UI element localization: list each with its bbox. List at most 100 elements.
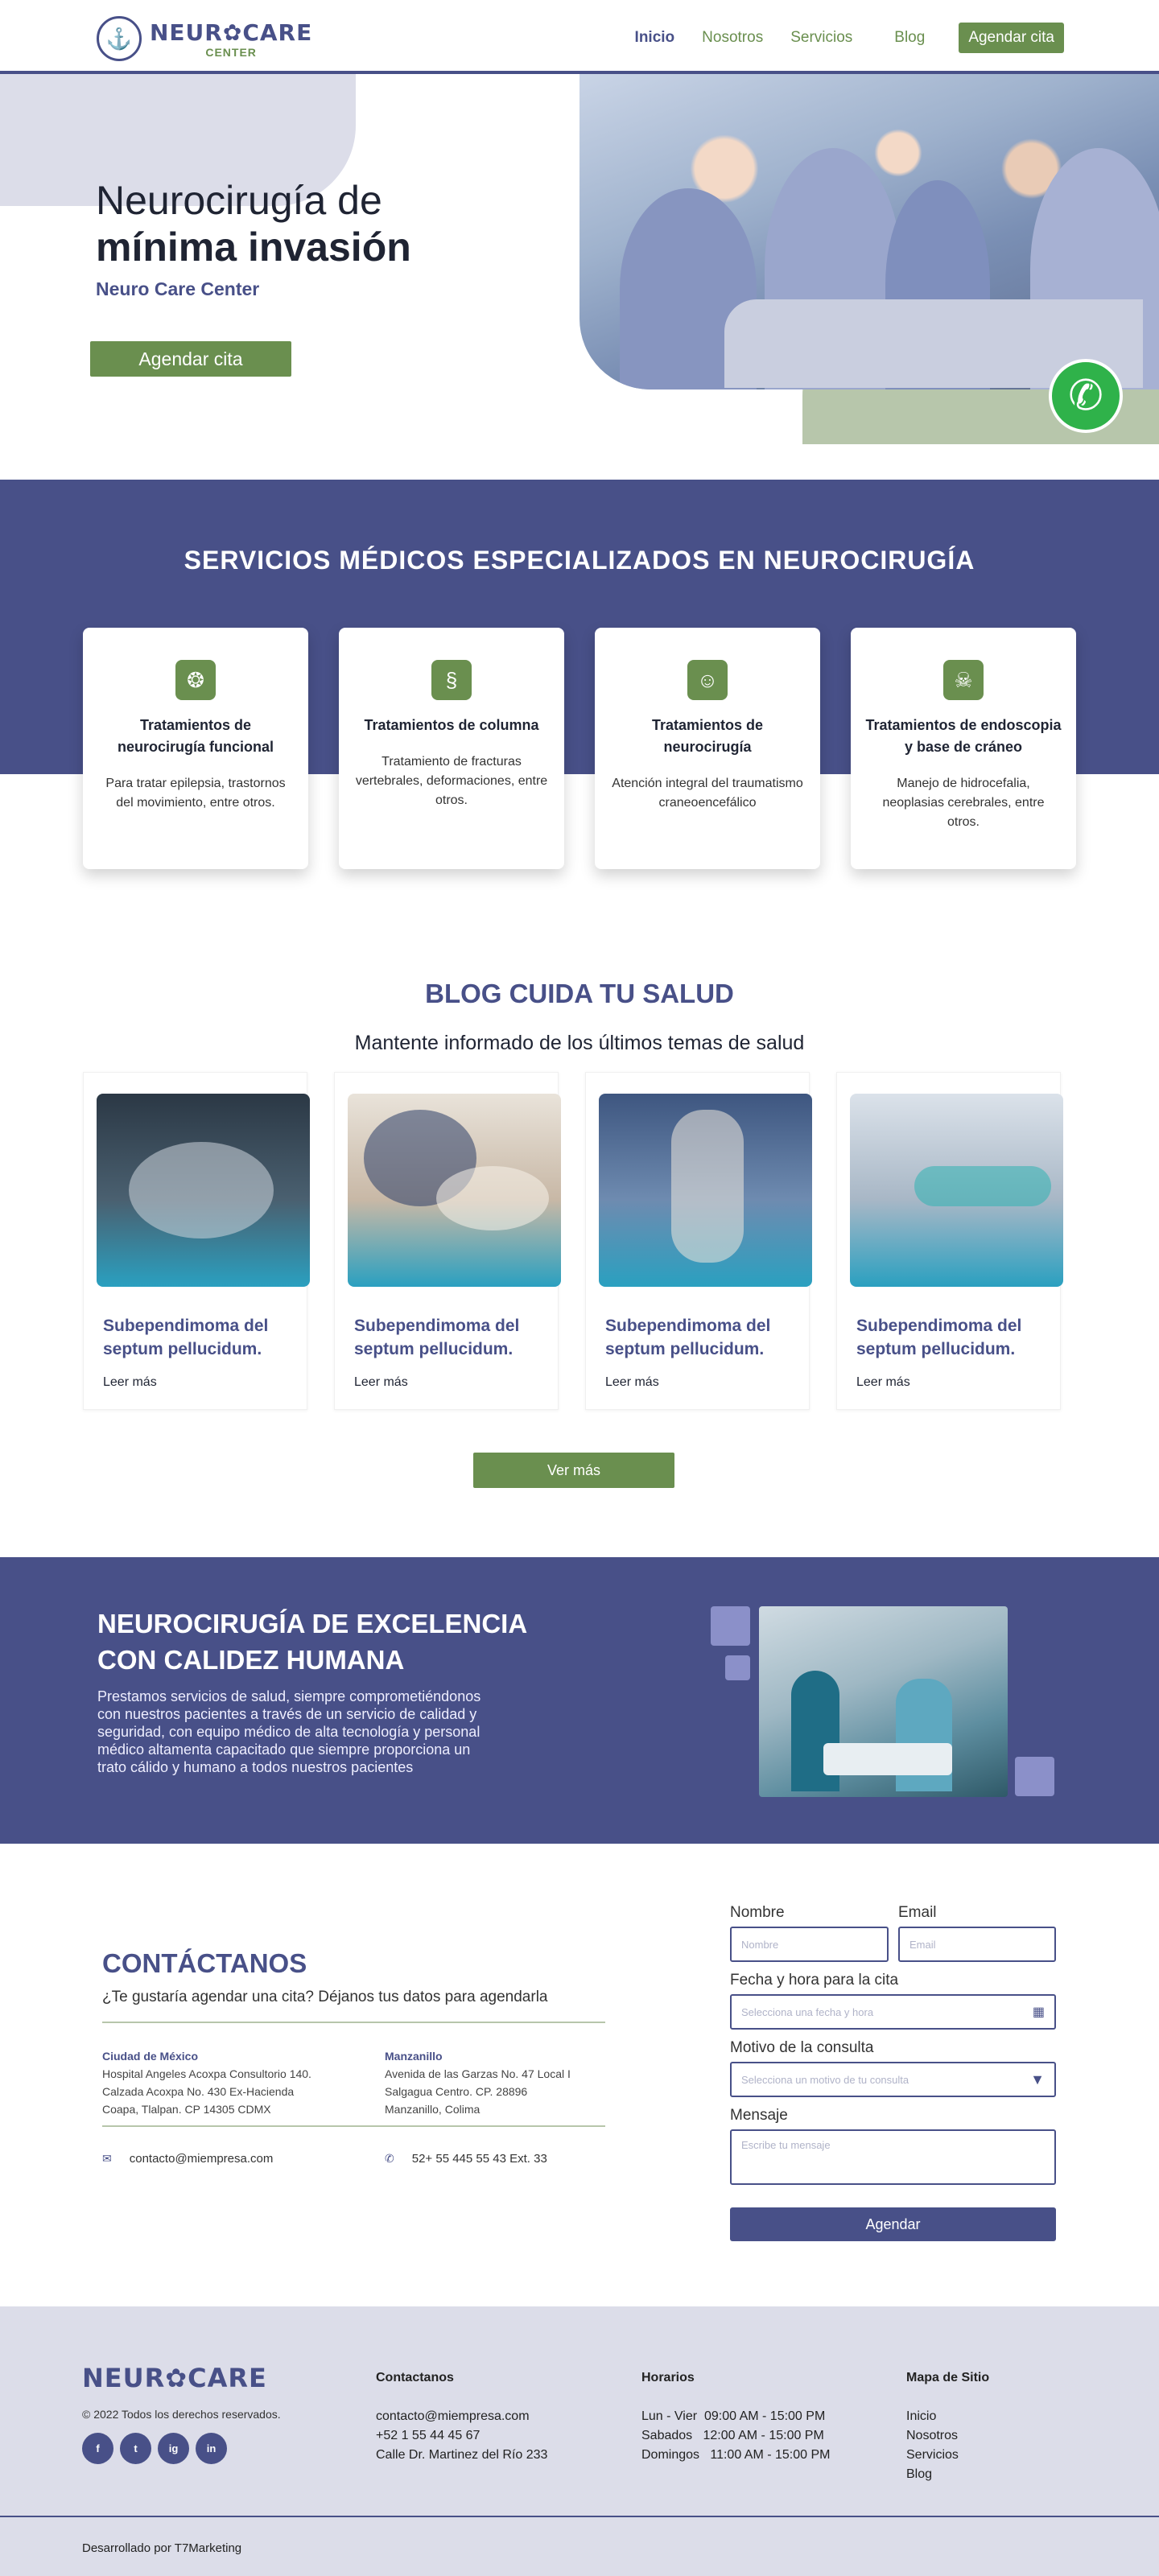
agendar-submit-button[interactable]: Agendar [730, 2207, 1056, 2241]
read-more-link[interactable]: Leer más [850, 1375, 1047, 1390]
date-input[interactable]: Selecciona una fecha y hora ▦ [730, 1994, 1056, 2030]
read-more-link[interactable]: Leer más [97, 1375, 294, 1390]
hero-agendar-button[interactable]: Agendar cita [90, 341, 291, 377]
service-card-title: Tratamientos de endoscopia y base de crá… [865, 717, 1062, 755]
blog-post-card[interactable]: Subependimoma del septum pellucidum. Lee… [83, 1072, 310, 1410]
nav-blog[interactable]: Blog [894, 29, 925, 47]
site-header: ⚓ NEUR✿CARE CENTER Inicio Nosotros Servi… [0, 0, 1159, 74]
contact-phone[interactable]: ✆ 52+ 55 445 55 43 Ext. 33 [385, 2152, 547, 2166]
nav-servicios[interactable]: Servicios [790, 29, 852, 47]
service-card-title: Tratamientos de columna [364, 717, 539, 733]
footer-hours-title: Horarios [641, 2371, 695, 2384]
footer-hours-row: Sabados 12:00 AM - 15:00 PM [641, 2429, 824, 2442]
hero-line-2: mínima invasión [96, 225, 411, 270]
footer-hours: Horarios Lun - Vier 09:00 AM - 15:00 PM … [641, 2368, 830, 2465]
footer-contact-title: Contactanos [376, 2371, 454, 2384]
location-line: Salgagua Centro. CP. 28896 [385, 2085, 528, 2098]
date-placeholder: Selecciona una fecha y hora [741, 2005, 874, 2018]
hero-brand: Neuro Care Center [96, 278, 260, 299]
service-card[interactable]: § Tratamientos de columna Tratamiento de… [339, 628, 564, 869]
excellence-text: Prestamos servicios de salud, siempre co… [97, 1688, 481, 1775]
service-card[interactable]: ❂ Tratamientos de neurocirugía funcional… [83, 628, 308, 869]
facebook-icon[interactable]: f [82, 2433, 113, 2464]
skull-icon: ☠ [943, 660, 984, 700]
blog-section: BLOG CUIDA TU SALUD Mantente informado d… [0, 979, 1159, 1557]
linkedin-icon[interactable]: in [196, 2433, 227, 2464]
decor-square [1015, 1757, 1054, 1796]
name-label: Nombre [730, 1904, 785, 1921]
footer-phone[interactable]: +52 1 55 44 45 67 [376, 2426, 547, 2446]
main-nav: Inicio Nosotros Servicios Blog Agendar c… [635, 23, 1064, 53]
twitter-icon[interactable]: t [120, 2433, 151, 2464]
surgery-room-photo [759, 1606, 1008, 1797]
blog-post-title[interactable]: Subependimoma del septum pellucidum. [97, 1314, 294, 1361]
logo[interactable]: ⚓ NEUR✿CARE CENTER [97, 16, 312, 61]
services-section: SERVICIOS MÉDICOS ESPECIALIZADOS EN NEUR… [0, 480, 1159, 979]
location-cdmx: Ciudad de México Hospital Angeles Acoxpa… [102, 2047, 336, 2118]
service-card[interactable]: ☠ Tratamientos de endoscopia y base de c… [851, 628, 1076, 869]
contact-email[interactable]: ✉ contacto@miempresa.com [102, 2152, 273, 2166]
blog-post-card[interactable]: Subependimoma del septum pellucidum. Lee… [334, 1072, 561, 1410]
email-label: Email [898, 1904, 937, 1921]
decor-square [711, 1606, 750, 1646]
message-textarea[interactable]: Escribe tu mensaje [730, 2129, 1056, 2185]
footer-link-blog[interactable]: Blog [906, 2465, 989, 2484]
blog-post-card[interactable]: Subependimoma del septum pellucidum. Lee… [585, 1072, 812, 1410]
footer-copyright: © 2022 Todos los derechos reservados. [82, 2408, 281, 2421]
footer-divider [0, 2516, 1159, 2517]
blog-post-image [348, 1094, 561, 1287]
read-more-link[interactable]: Leer más [348, 1375, 545, 1390]
blog-post-image [599, 1094, 812, 1287]
blog-post-image [97, 1094, 310, 1287]
services-title: SERVICIOS MÉDICOS ESPECIALIZADOS EN NEUR… [184, 546, 975, 575]
logo-main: NEUR✿CARE [150, 19, 313, 46]
location-city: Manzanillo [385, 2050, 443, 2063]
nav-agendar-button[interactable]: Agendar cita [959, 23, 1064, 53]
footer-link-servicios[interactable]: Servicios [906, 2446, 989, 2465]
nav-nosotros[interactable]: Nosotros [702, 29, 763, 47]
location-line: Hospital Angeles Acoxpa Consultorio 140. [102, 2067, 311, 2080]
service-card-title: Tratamientos de neurocirugía [651, 717, 764, 755]
excellence-title: NEUROCIRUGÍA DE EXCELENCIA CON CALIDEZ H… [97, 1605, 527, 1678]
location-line: Avenida de las Garzas No. 47 Local I [385, 2067, 571, 2080]
chevron-down-icon: ▼ [1030, 2071, 1045, 2088]
service-card-desc: Atención integral del traumatismo craneo… [612, 777, 803, 810]
reason-label: Motivo de la consulta [730, 2039, 874, 2056]
blog-post-title[interactable]: Subependimoma del septum pellucidum. [348, 1314, 545, 1361]
ver-mas-button[interactable]: Ver más [473, 1453, 674, 1488]
contact-section: CONTÁCTANOS ¿Te gustaría agendar una cit… [0, 1844, 1159, 2306]
mail-icon: ✉ [102, 2152, 112, 2165]
reason-select[interactable]: Selecciona un motivo de tu consulta ▼ [730, 2062, 1056, 2097]
footer-logo[interactable]: NEUR✿CARE [82, 2363, 267, 2393]
service-card-title: Tratamientos de neurocirugía funcional [117, 717, 274, 755]
footer-link-inicio[interactable]: Inicio [906, 2407, 989, 2426]
nav-inicio[interactable]: Inicio [635, 29, 675, 47]
contact-title: CONTÁCTANOS [102, 1948, 307, 1978]
blog-post-title[interactable]: Subependimoma del septum pellucidum. [850, 1314, 1047, 1361]
message-label: Mensaje [730, 2107, 788, 2124]
blog-post-card[interactable]: Subependimoma del septum pellucidum. Lee… [836, 1072, 1063, 1410]
email-input[interactable]: Email [898, 1927, 1056, 1962]
blog-post-title[interactable]: Subependimoma del septum pellucidum. [599, 1314, 796, 1361]
excellence-section: NEUROCIRUGÍA DE EXCELENCIA CON CALIDEZ H… [0, 1557, 1159, 1844]
footer-address: Calle Dr. Martinez del Río 233 [376, 2448, 548, 2462]
blog-subtitle: Mantente informado de los últimos temas … [354, 1032, 805, 1054]
footer-email[interactable]: contacto@miempresa.com [376, 2407, 547, 2426]
contact-subtitle: ¿Te gustaría agendar una cita? Déjanos t… [102, 1989, 548, 2005]
spine-icon: § [431, 660, 472, 700]
service-card[interactable]: ☺ Tratamientos de neurocirugía Atención … [595, 628, 820, 869]
service-card-desc: Manejo de hidrocefalia, neoplasias cereb… [882, 777, 1045, 829]
footer-link-nosotros[interactable]: Nosotros [906, 2426, 989, 2446]
social-links: f t ig in [82, 2433, 227, 2464]
name-input[interactable]: Nombre [730, 1927, 889, 1962]
instagram-icon[interactable]: ig [158, 2433, 189, 2464]
date-label: Fecha y hora para la cita [730, 1972, 899, 1989]
service-card-desc: Tratamiento de fracturas vertebrales, de… [355, 755, 548, 807]
whatsapp-icon[interactable]: ✆ [1049, 359, 1123, 433]
reason-placeholder: Selecciona un motivo de tu consulta [741, 2073, 909, 2086]
read-more-link[interactable]: Leer más [599, 1375, 796, 1390]
footer-hours-row: Lun - Vier 09:00 AM - 15:00 PM [641, 2409, 826, 2423]
divider [102, 2022, 605, 2023]
location-line: Coapa, Tlalpan. CP 14305 CDMX [102, 2103, 271, 2116]
service-cards: ❂ Tratamientos de neurocirugía funcional… [83, 628, 1076, 869]
